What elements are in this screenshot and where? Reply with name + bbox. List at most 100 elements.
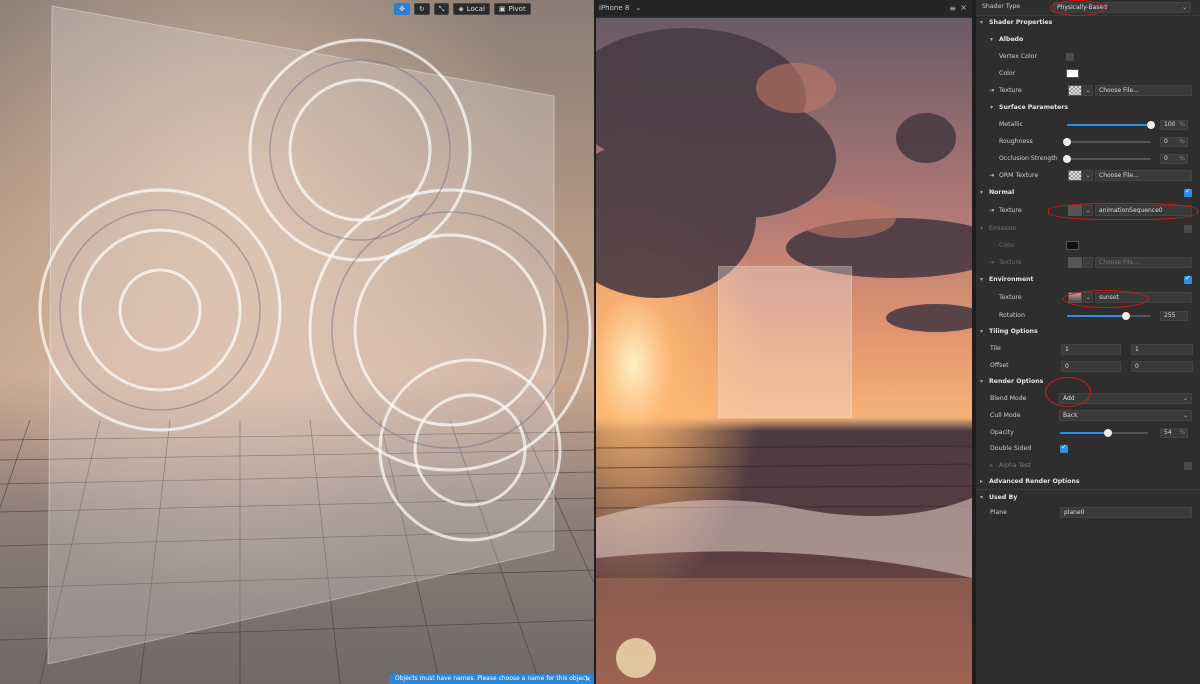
rotate-tool-button[interactable]: ↻ bbox=[413, 3, 430, 15]
emission-texture-file[interactable]: Choose File... bbox=[1095, 257, 1192, 268]
slider-fill bbox=[1067, 315, 1127, 317]
roughness-row: Roughness 0% bbox=[976, 134, 1200, 150]
albedo-texture-file[interactable]: Choose File... bbox=[1095, 85, 1192, 96]
roughness-value[interactable]: 0% bbox=[1160, 137, 1188, 147]
offset-y-input[interactable]: 0 bbox=[1131, 361, 1193, 372]
app-window: ✥ ↻ ⤡ ◈ Local ▣ Pivot Objects must have na… bbox=[0, 0, 1200, 684]
occlusion-slider[interactable] bbox=[1063, 155, 1151, 163]
link-icon[interactable]: ⇥ bbox=[989, 172, 994, 179]
chevron-down-icon: ⌄ bbox=[1182, 395, 1188, 402]
chevron-down-icon: ⌄ bbox=[1182, 412, 1188, 419]
normal-texture-thumbnail[interactable] bbox=[1068, 205, 1082, 216]
metallic-slider[interactable] bbox=[1067, 121, 1155, 129]
blend-mode-row: Blend Mode Add ⌄ bbox=[976, 391, 1200, 407]
blend-mode-dropdown[interactable]: Add ⌄ bbox=[1059, 393, 1192, 404]
glass-plane-object[interactable] bbox=[0, 0, 594, 684]
scale-tool-button[interactable]: ⤡ bbox=[433, 3, 450, 15]
environment-texture-row: Texture ⌄ sunset bbox=[976, 290, 1200, 306]
roughness-slider[interactable] bbox=[1063, 138, 1151, 146]
vertex-color-row: Vertex Color bbox=[976, 49, 1200, 65]
collapse-icon: ▾ bbox=[990, 36, 994, 43]
slider-knob[interactable] bbox=[1147, 121, 1155, 129]
environment-texture-dropdown[interactable]: ⌄ bbox=[1083, 292, 1093, 303]
albedo-header[interactable]: ▾ Albedo bbox=[976, 33, 1200, 47]
cull-mode-dropdown[interactable]: Back ⌄ bbox=[1059, 410, 1192, 421]
preview-header: iPhone 8 ⌄ ≡ × bbox=[596, 0, 972, 18]
rotation-row: Rotation 255 bbox=[976, 308, 1200, 324]
vertex-color-checkbox[interactable] bbox=[1066, 53, 1074, 61]
double-sided-checkbox[interactable] bbox=[1060, 443, 1068, 453]
menu-icon[interactable]: ≡ bbox=[949, 4, 956, 13]
move-tool-button[interactable]: ✥ bbox=[394, 3, 410, 15]
slider-knob[interactable] bbox=[1103, 429, 1112, 437]
material-inspector: Shader Type Physically-Based ⌄ ▾ Shader … bbox=[976, 0, 1200, 684]
environment-texture-thumbnail[interactable] bbox=[1068, 292, 1082, 303]
metallic-row: Metallic 100% bbox=[976, 117, 1200, 133]
slider-knob[interactable] bbox=[1063, 138, 1071, 146]
tile-row: Tile 1 1 bbox=[976, 341, 1200, 357]
link-icon[interactable]: ⇥ bbox=[989, 207, 994, 214]
orm-texture-thumbnail[interactable] bbox=[1068, 170, 1082, 181]
normal-texture-row: ⇥ Texture ⌄ animationSequence0 bbox=[976, 203, 1200, 219]
local-space-button[interactable]: ◈ Local bbox=[453, 3, 490, 15]
link-icon[interactable]: ⇥ bbox=[989, 259, 994, 266]
environment-texture-file[interactable]: sunset bbox=[1095, 292, 1192, 303]
normal-enabled-checkbox[interactable] bbox=[1184, 187, 1192, 197]
emission-color-swatch[interactable] bbox=[1066, 241, 1079, 250]
used-by-plane-link[interactable]: plane0 bbox=[1060, 507, 1192, 518]
occlusion-value[interactable]: 0% bbox=[1160, 154, 1188, 164]
surface-parameters-header[interactable]: ▾ Surface Parameters bbox=[976, 101, 1200, 115]
rotation-value[interactable]: 255 bbox=[1160, 311, 1188, 321]
slider-fill bbox=[1060, 432, 1108, 434]
normal-texture-dropdown[interactable]: ⌄ bbox=[1083, 205, 1093, 216]
rotate-icon: ↻ bbox=[418, 5, 425, 13]
offset-x-input[interactable]: 0 bbox=[1061, 361, 1121, 372]
normal-texture-file[interactable]: animationSequence0 bbox=[1095, 205, 1192, 216]
emission-texture-row: ⇥ Texture ⌄ Choose File... bbox=[976, 255, 1200, 271]
link-icon[interactable]: ⇥ bbox=[989, 87, 994, 94]
tile-x-input[interactable]: 1 bbox=[1061, 344, 1121, 355]
emission-header[interactable]: ▾ Emission bbox=[976, 222, 1200, 236]
preview-glass-overlay bbox=[718, 266, 852, 418]
normal-header[interactable]: ▾ Normal bbox=[976, 186, 1200, 200]
opacity-slider[interactable] bbox=[1060, 429, 1148, 437]
emission-enabled-checkbox[interactable] bbox=[1184, 225, 1192, 233]
device-select[interactable]: iPhone 8 ⌄ bbox=[599, 4, 641, 12]
slider-knob[interactable] bbox=[1122, 312, 1131, 320]
tiling-options-header[interactable]: ▾ Tiling Options bbox=[976, 325, 1200, 339]
albedo-texture-dropdown[interactable]: ⌄ bbox=[1083, 85, 1093, 96]
render-options-header[interactable]: ▾ Render Options bbox=[976, 375, 1200, 389]
orm-texture-dropdown[interactable]: ⌄ bbox=[1083, 170, 1093, 181]
rotation-slider[interactable] bbox=[1067, 312, 1151, 320]
transform-toolbar: ✥ ↻ ⤡ ◈ Local ▣ Pivot bbox=[394, 3, 531, 15]
metallic-value[interactable]: 100% bbox=[1160, 120, 1188, 130]
tile-y-input[interactable]: 1 bbox=[1131, 344, 1193, 355]
scene-viewport[interactable]: ✥ ↻ ⤡ ◈ Local ▣ Pivot Objects must have na… bbox=[0, 0, 594, 684]
chevron-down-icon: ⌄ bbox=[1181, 4, 1187, 11]
toast-notification: Objects must have names. Please choose a… bbox=[389, 674, 594, 684]
occlusion-row: Occlusion Strength 0% bbox=[976, 151, 1200, 167]
shader-properties-header[interactable]: ▾ Shader Properties bbox=[976, 16, 1200, 30]
close-icon[interactable]: × bbox=[960, 3, 967, 12]
expand-icon[interactable]: ▸ bbox=[990, 462, 993, 469]
collapse-icon: ▾ bbox=[980, 189, 984, 196]
orm-texture-file[interactable]: Choose File... bbox=[1095, 170, 1192, 181]
cube-icon: ◈ bbox=[458, 5, 464, 13]
pivot-button[interactable]: ▣ Pivot bbox=[493, 3, 531, 15]
pivot-icon: ▣ bbox=[498, 5, 506, 13]
emission-texture-thumbnail[interactable] bbox=[1068, 257, 1082, 268]
environment-enabled-checkbox[interactable] bbox=[1184, 274, 1192, 284]
opacity-value[interactable]: 54% bbox=[1160, 428, 1188, 438]
alpha-test-checkbox[interactable] bbox=[1184, 462, 1192, 470]
toast-close-icon[interactable]: × bbox=[585, 674, 591, 684]
emission-color-row: Color bbox=[976, 238, 1200, 254]
slider-knob[interactable] bbox=[1063, 155, 1071, 163]
environment-header[interactable]: ▾ Environment bbox=[976, 273, 1200, 287]
used-by-plane-row: Plane plane0 bbox=[976, 505, 1200, 521]
albedo-texture-thumbnail[interactable] bbox=[1068, 85, 1082, 96]
shader-type-dropdown[interactable]: Physically-Based ⌄ bbox=[1053, 2, 1191, 13]
used-by-header[interactable]: ▾ Used By bbox=[976, 491, 1200, 505]
albedo-color-swatch[interactable] bbox=[1066, 69, 1079, 78]
emission-texture-dropdown[interactable]: ⌄ bbox=[1083, 257, 1093, 268]
advanced-render-options-header[interactable]: ▸ Advanced Render Options bbox=[976, 475, 1200, 489]
